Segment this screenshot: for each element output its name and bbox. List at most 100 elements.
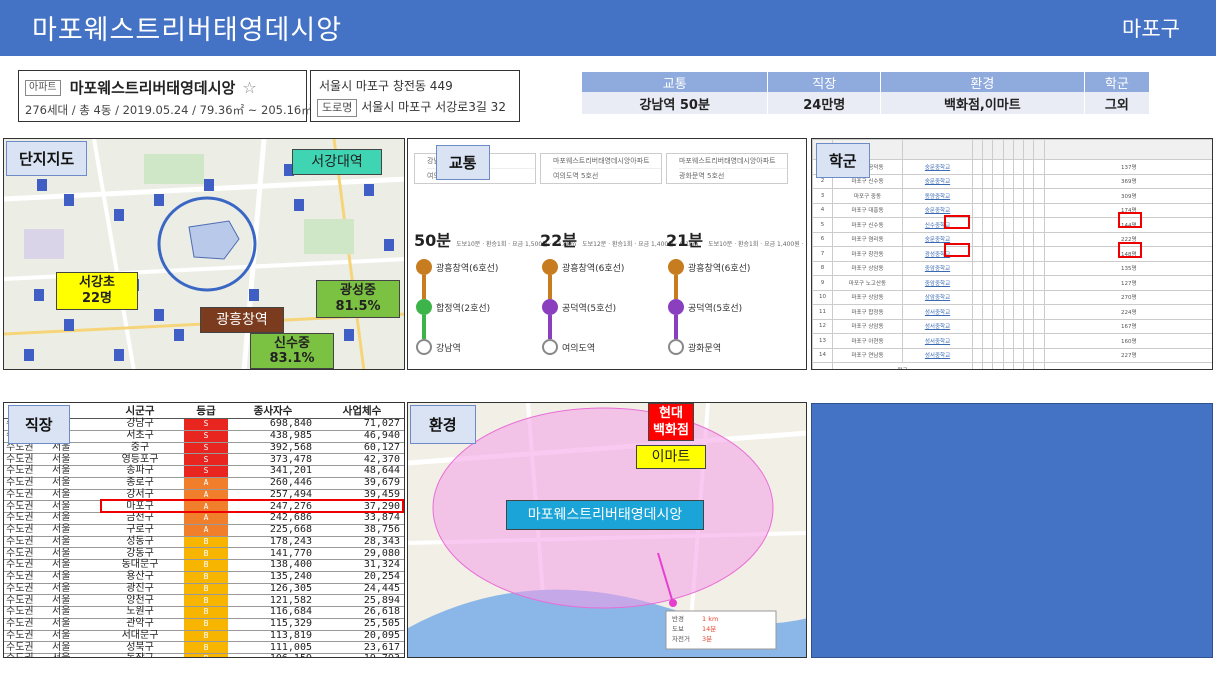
school-link[interactable]: 상암중학교	[902, 289, 973, 305]
region-cell: 수도권	[4, 465, 50, 478]
region-cell: 수도권	[4, 653, 50, 657]
city-cell: 서울	[50, 571, 96, 584]
region-cell: 수도권	[4, 453, 50, 466]
stop-marker-icon	[416, 259, 432, 275]
area-cell: 마포구 아현동	[832, 333, 903, 349]
employees-cell: 113,819	[228, 630, 318, 643]
count-cell: 160명	[1043, 333, 1212, 349]
school-link[interactable]: 성서중학교	[902, 347, 973, 363]
employees-cell: 135,240	[228, 571, 318, 584]
city-cell: 서울	[50, 547, 96, 560]
grade-cell: B	[184, 571, 228, 584]
workplace-panel: 시군구등급종사자수사업체수수도권서울강남구S698,84071,027수도권서울…	[3, 402, 405, 658]
table-row: 9 마포구 노고산동 중암중학교 127명	[812, 275, 1212, 291]
route-from: 마포웨스트리버태영데시앙아파트	[679, 157, 776, 165]
map-panel-label: 단지지도	[6, 141, 88, 176]
school-link[interactable]: 동양중학교	[902, 188, 973, 204]
school-link[interactable]: 숭문중학교	[902, 173, 973, 189]
table-row: 수도권 서울 금천구 A 242,686 33,874	[4, 512, 404, 525]
employees-cell: 116,684	[228, 606, 318, 619]
employees-cell: 225,668	[228, 524, 318, 537]
school-link[interactable]: 성서중학교	[902, 333, 973, 349]
grade-cell: B	[184, 641, 228, 654]
businesses-cell: 24,445	[318, 583, 404, 596]
school-link[interactable]: 성서중학교	[902, 304, 973, 320]
table-row: 6 마포구 염리동 숭문중학교 222명	[812, 231, 1212, 247]
legend-row: 도보 14분	[672, 624, 718, 634]
table-row: 수도권 서울 서대문구 B 113,819 20,095	[4, 630, 404, 643]
address-road: 서울시 마포구 서강로3길 32	[361, 100, 506, 114]
grade-cell: B	[184, 606, 228, 619]
area-cell: 마포구 대흥동	[832, 202, 903, 218]
businesses-cell: 31,324	[318, 559, 404, 572]
stop-name: 합정역(2호선)	[436, 304, 491, 314]
rank-cell: 11	[812, 304, 833, 320]
highlight-box	[944, 243, 970, 257]
district-cell: 용산구	[96, 571, 184, 584]
grade-cell: A	[184, 512, 228, 525]
summary-value-transport: 강남역 50분	[582, 92, 769, 114]
area-cell: 마포구 신수동	[832, 217, 903, 233]
businesses-cell: 71,027	[318, 418, 404, 431]
page-header: 마포웨스트리버태영데시앙 마포구	[0, 0, 1216, 56]
school-panel-label: 학군	[816, 143, 870, 178]
route-from: 마포웨스트리버태영데시앙아파트	[553, 157, 650, 165]
district-cell: 성북구	[96, 641, 184, 654]
count-cell: 270명	[1043, 289, 1212, 305]
table-row: 수도권 서울 성동구 B 178,243 28,343	[4, 536, 404, 549]
rank-cell: 3	[812, 188, 833, 204]
employees-cell: 373,478	[228, 453, 318, 466]
route-search-box[interactable]: 마포웨스트리버태영데시앙아파트 광화문역 5호선	[666, 153, 788, 184]
col-grade: 등급	[184, 403, 228, 419]
school-link[interactable]: 성서중학교	[902, 318, 973, 334]
school-link[interactable]: 숭문중학교	[902, 159, 973, 175]
employees-cell: 126,305	[228, 583, 318, 596]
school-link[interactable]: 중암중학교	[902, 260, 973, 276]
favorite-star-icon[interactable]: ☆	[242, 78, 256, 97]
businesses-cell: 46,940	[318, 430, 404, 443]
school-name: 신수중	[274, 336, 310, 351]
workplace-panel-label: 직장	[8, 405, 70, 444]
environment-panel: 환경 현대 백화점 이마트 마포웨스트리버태영데시앙 반경 1 km 도보 14분 자전…	[407, 402, 807, 658]
table-row: 4 마포구 대흥동 숭문중학교 174명	[812, 202, 1212, 218]
legend-key: 자전거	[672, 635, 690, 643]
route-to: 여의도역 5호선	[553, 168, 661, 183]
school-link[interactable]: 중암중학교	[902, 275, 973, 291]
grade-cell: B	[184, 547, 228, 560]
highlight-box	[1118, 212, 1142, 228]
table-row: 수도권 서울 강동구 B 141,770 29,080	[4, 547, 404, 560]
area-cell: 마포구 창전동	[832, 246, 903, 262]
route-search-box[interactable]: 마포웨스트리버태영데시앙아파트여의도역 5호선	[540, 153, 662, 184]
table-row: 수도권 서울 양천구 B 121,582 25,894	[4, 594, 404, 607]
employees-cell: 392,568	[228, 442, 318, 455]
radius-legend: 반경 1 km 도보 14분 자전거 3분	[672, 614, 718, 644]
region-cell: 수도권	[4, 500, 50, 513]
legend-value: 3분	[702, 635, 713, 643]
legend-row: 자전거 3분	[672, 634, 718, 644]
grade-cell: A	[184, 477, 228, 490]
district-cell: 금천구	[96, 512, 184, 525]
transport-panel-label: 교통	[436, 145, 490, 180]
stop-name: 광흥창역(6호선)	[562, 264, 625, 274]
route-detail: 도보10분 · 환승1회 · 요금 1,400원 · 6.2km	[708, 241, 806, 248]
region-label: 마포구	[1122, 17, 1180, 41]
employees-cell: 260,446	[228, 477, 318, 490]
table-row: 8 마포구 상암동 중암중학교 135명	[812, 260, 1212, 276]
legend-value: 1 km	[702, 615, 719, 623]
area-cell: 마포구 노고산동	[832, 275, 903, 291]
school-name: 광성중	[340, 283, 376, 298]
route-time: 50분	[414, 231, 451, 250]
region-cell: 수도권	[4, 630, 50, 643]
count-cell: 227명	[1043, 347, 1212, 363]
line-segment	[674, 275, 678, 299]
employees-cell: 121,582	[228, 594, 318, 607]
region-cell: 수도권	[4, 641, 50, 654]
grade-cell: S	[184, 465, 228, 478]
businesses-cell: 38,756	[318, 524, 404, 537]
table-row: 수도권 서울 관악구 B 115,329 25,505	[4, 618, 404, 631]
area-cell: 마포구 연남동	[832, 347, 903, 363]
grade-cell: B	[184, 559, 228, 572]
area-cell: 마포구 상암동	[832, 260, 903, 276]
school-label-seogang-elem: 서강초 22명	[56, 272, 138, 310]
line-segment	[548, 315, 552, 339]
